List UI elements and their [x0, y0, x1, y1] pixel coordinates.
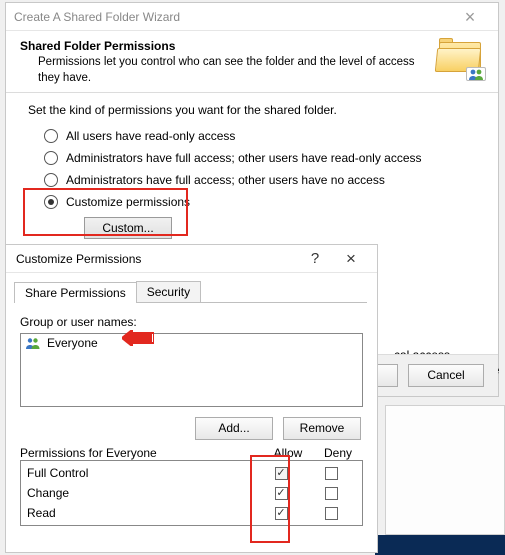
background-panel — [385, 405, 505, 535]
radio-label: Administrators have full access; other u… — [66, 173, 385, 187]
radio-label: Administrators have full access; other u… — [66, 151, 422, 165]
radio-icon — [44, 195, 58, 209]
custom-button[interactable]: Custom... — [84, 217, 172, 239]
permissions-header: Permissions for Everyone Allow Deny — [20, 446, 363, 460]
radio-icon — [44, 129, 58, 143]
perm-row-read: Read — [27, 503, 356, 523]
background-strip — [375, 535, 505, 555]
cust-help-button[interactable]: ? — [299, 250, 331, 267]
deny-read-checkbox[interactable] — [325, 507, 338, 520]
wizard-body: Set the kind of permissions you want for… — [6, 93, 498, 249]
col-deny: Deny — [313, 446, 363, 460]
list-item-everyone[interactable]: Everyone — [21, 334, 362, 352]
cust-title: Customize Permissions — [16, 252, 299, 266]
customize-permissions-dialog: Customize Permissions ? × Share Permissi… — [5, 244, 378, 553]
deny-change-checkbox[interactable] — [325, 487, 338, 500]
radio-label: Customize permissions — [66, 195, 190, 209]
wizard-header-text: Shared Folder Permissions Permissions le… — [20, 39, 426, 86]
allow-change-checkbox[interactable] — [275, 487, 288, 500]
wizard-intro: Set the kind of permissions you want for… — [28, 103, 476, 117]
radio-readonly-all[interactable]: All users have read-only access — [44, 129, 476, 143]
allow-full-control-checkbox[interactable] — [275, 467, 288, 480]
group-icon — [25, 336, 41, 350]
perm-row-full-control: Full Control — [27, 463, 356, 483]
permissions-list: Full Control Change Read — [20, 460, 363, 526]
cust-titlebar: Customize Permissions ? × — [6, 245, 377, 273]
tab-security[interactable]: Security — [136, 281, 201, 302]
permissions-table: Permissions for Everyone Allow Deny Full… — [20, 446, 363, 526]
wizard-header: Shared Folder Permissions Permissions le… — [6, 31, 498, 93]
tab-share-permissions[interactable]: Share Permissions — [14, 282, 137, 303]
wizard-heading: Shared Folder Permissions — [20, 39, 426, 53]
radio-admin-full-others-none[interactable]: Administrators have full access; other u… — [44, 173, 476, 187]
wizard-close-button[interactable]: × — [450, 7, 490, 27]
cust-tabstrip: Share Permissions Security — [14, 281, 367, 303]
cust-close-button[interactable]: × — [331, 249, 371, 269]
radio-label: All users have read-only access — [66, 129, 235, 143]
list-item-label: Everyone — [47, 336, 98, 350]
radio-customize[interactable]: Customize permissions — [44, 195, 476, 209]
wizard-subheading: Permissions let you control who can see … — [20, 55, 426, 86]
add-button[interactable]: Add... — [195, 417, 273, 440]
col-allow: Allow — [263, 446, 313, 460]
deny-full-control-checkbox[interactable] — [325, 467, 338, 480]
perm-row-change: Change — [27, 483, 356, 503]
cust-body: Group or user names: Everyone Add... Rem… — [6, 303, 377, 534]
radio-icon — [44, 151, 58, 165]
group-user-listbox[interactable]: Everyone — [20, 333, 363, 407]
cancel-button[interactable]: Cancel — [408, 364, 484, 387]
remove-button[interactable]: Remove — [283, 417, 361, 440]
perm-name: Full Control — [27, 466, 256, 480]
perm-name: Read — [27, 506, 256, 520]
radio-icon — [44, 173, 58, 187]
group-user-names-label: Group or user names: — [20, 315, 363, 329]
cust-button-row: Add... Remove — [20, 417, 361, 440]
perm-name: Change — [27, 486, 256, 500]
allow-read-checkbox[interactable] — [275, 507, 288, 520]
permissions-for-label: Permissions for Everyone — [20, 446, 263, 460]
wizard-titlebar: Create A Shared Folder Wizard × — [6, 3, 498, 31]
wizard-title: Create A Shared Folder Wizard — [14, 10, 180, 24]
radio-admin-full-others-read[interactable]: Administrators have full access; other u… — [44, 151, 476, 165]
shared-folder-icon — [436, 39, 484, 79]
